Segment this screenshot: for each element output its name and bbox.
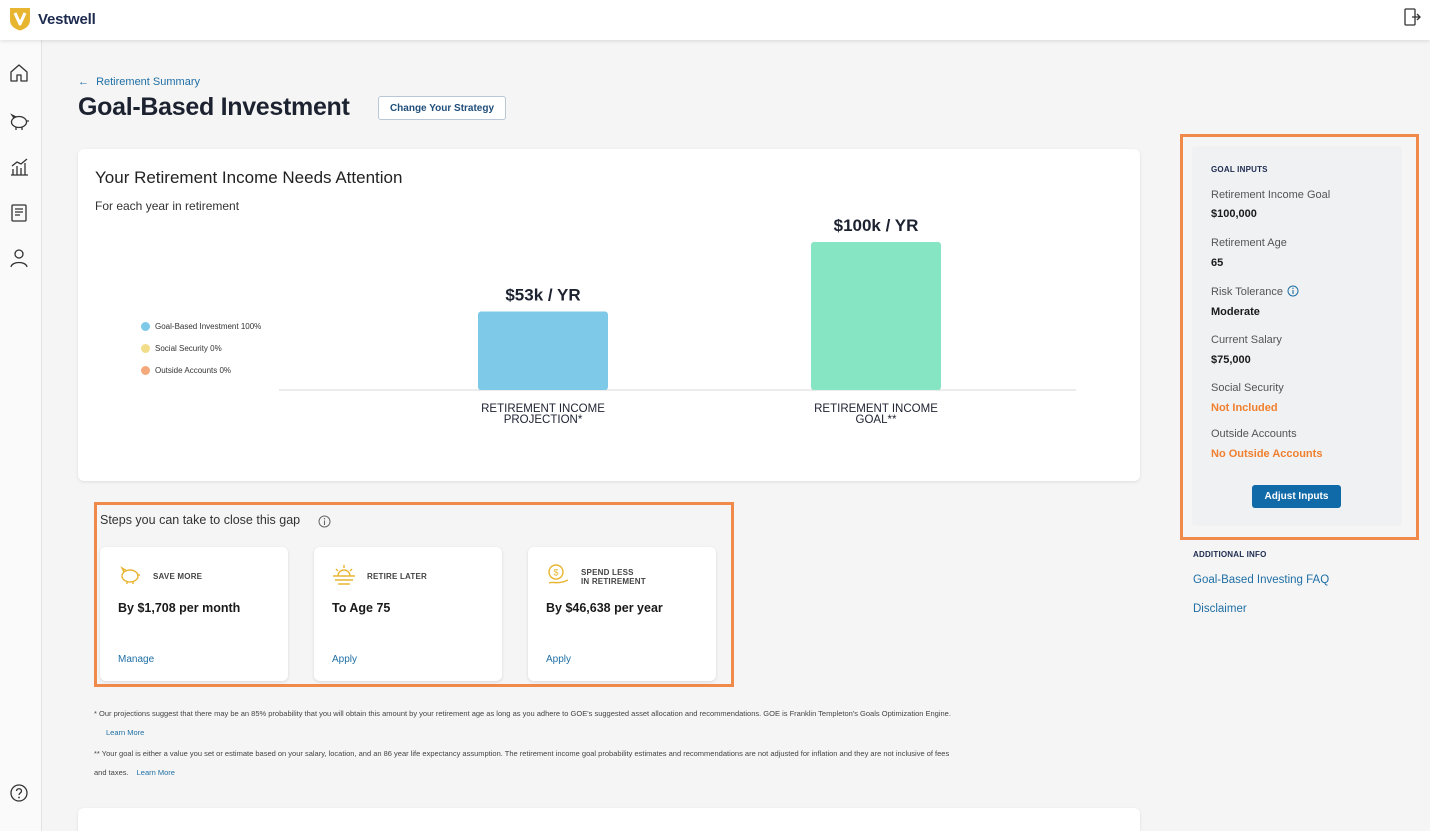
- retirement-income-goal-label: Retirement Income Goal: [1211, 189, 1331, 201]
- help-icon[interactable]: [8, 782, 30, 804]
- risk-tolerance-value: Moderate: [1211, 306, 1260, 318]
- info-icon[interactable]: [318, 515, 331, 528]
- current-salary-value: $75,000: [1211, 354, 1251, 366]
- step-value: By $1,708 per month: [118, 601, 241, 615]
- steps-title: Steps you can take to close this gap: [100, 513, 301, 527]
- manage-link[interactable]: Manage: [118, 654, 154, 665]
- document-icon[interactable]: [8, 202, 30, 224]
- step-card-retire-later: RETIRE LATER To Age 75 Apply: [314, 547, 502, 681]
- step-value: To Age 75: [332, 601, 391, 615]
- social-security-value: Not Included: [1211, 402, 1278, 414]
- goal-inputs-heading: GOAL INPUTS: [1211, 165, 1268, 174]
- risk-tolerance-label: Risk Tolerance: [1211, 285, 1299, 298]
- piggy-bank-icon[interactable]: [8, 110, 30, 132]
- current-salary-label: Current Salary: [1211, 334, 1282, 346]
- svg-text:$: $: [553, 568, 558, 578]
- retirement-age-value: 65: [1211, 257, 1224, 269]
- outside-accounts-value: No Outside Accounts: [1211, 448, 1323, 460]
- additional-info-heading: ADDITIONAL INFO: [1193, 550, 1267, 559]
- retirement-age-label: Retirement Age: [1211, 237, 1287, 249]
- retirement-income-goal-value: $100,000: [1211, 208, 1257, 220]
- adjust-inputs-button[interactable]: Adjust Inputs: [1252, 485, 1341, 508]
- brand-name: Vestwell: [38, 10, 96, 28]
- bar: [478, 311, 608, 390]
- footnote-goal-end: and taxes. Learn More: [94, 768, 175, 777]
- top-bar: Vestwell: [0, 0, 1430, 40]
- step-label: SPEND LESS IN RETIREMENT: [581, 568, 646, 586]
- step-card-save-more: SAVE MORE By $1,708 per month Manage: [100, 547, 288, 681]
- learn-more-link[interactable]: Learn More: [98, 728, 144, 737]
- footnote-projection: * Our projections suggest that there may…: [94, 709, 951, 718]
- bar-value-label: $53k / YR: [505, 286, 580, 305]
- category-label: PROJECTION*: [504, 414, 583, 426]
- arrow-left-icon: ←: [78, 76, 89, 88]
- bar-value-label: $100k / YR: [834, 216, 919, 235]
- vestwell-logo-icon: [10, 8, 30, 31]
- next-card: [78, 808, 1140, 831]
- chart-icon[interactable]: [8, 156, 30, 178]
- footnote-goal: ** Your goal is either a value you set o…: [94, 749, 950, 758]
- category-label: GOAL**: [856, 414, 897, 426]
- step-label: RETIRE LATER: [367, 572, 428, 581]
- user-icon[interactable]: [8, 247, 30, 269]
- home-icon[interactable]: [8, 62, 30, 84]
- step-card-spend-less: $ SPEND LESS IN RETIREMENT By $46,638 pe…: [528, 547, 716, 681]
- apply-link[interactable]: Apply: [546, 654, 571, 665]
- learn-more-link[interactable]: Learn More: [137, 768, 175, 777]
- piggy-bank-icon: [120, 566, 140, 584]
- sign-out-icon[interactable]: [1402, 7, 1422, 27]
- disclaimer-link[interactable]: Disclaimer: [1193, 603, 1247, 615]
- info-icon[interactable]: [1287, 285, 1299, 297]
- step-value: By $46,638 per year: [546, 601, 663, 615]
- money-hand-icon: $: [548, 564, 569, 584]
- breadcrumb-label: Retirement Summary: [96, 76, 200, 88]
- side-nav: [0, 40, 42, 831]
- outside-accounts-label: Outside Accounts: [1211, 428, 1297, 440]
- logo[interactable]: Vestwell: [9, 7, 96, 31]
- faq-link[interactable]: Goal-Based Investing FAQ: [1193, 574, 1329, 586]
- social-security-label: Social Security: [1211, 382, 1284, 394]
- bar: [811, 242, 941, 390]
- sunset-icon: [333, 565, 355, 585]
- income-bar-chart: $53k / YRRETIREMENT INCOMEPROJECTION*$10…: [279, 216, 1076, 426]
- change-strategy-button[interactable]: Change Your Strategy: [378, 96, 506, 120]
- retirement-income-card: Your Retirement Income Needs Attention F…: [78, 149, 1140, 481]
- apply-link[interactable]: Apply: [332, 654, 357, 665]
- step-label: SAVE MORE: [153, 572, 203, 581]
- breadcrumb-back-link[interactable]: ← Retirement Summary: [78, 76, 200, 88]
- page-title: Goal-Based Investment: [78, 93, 350, 121]
